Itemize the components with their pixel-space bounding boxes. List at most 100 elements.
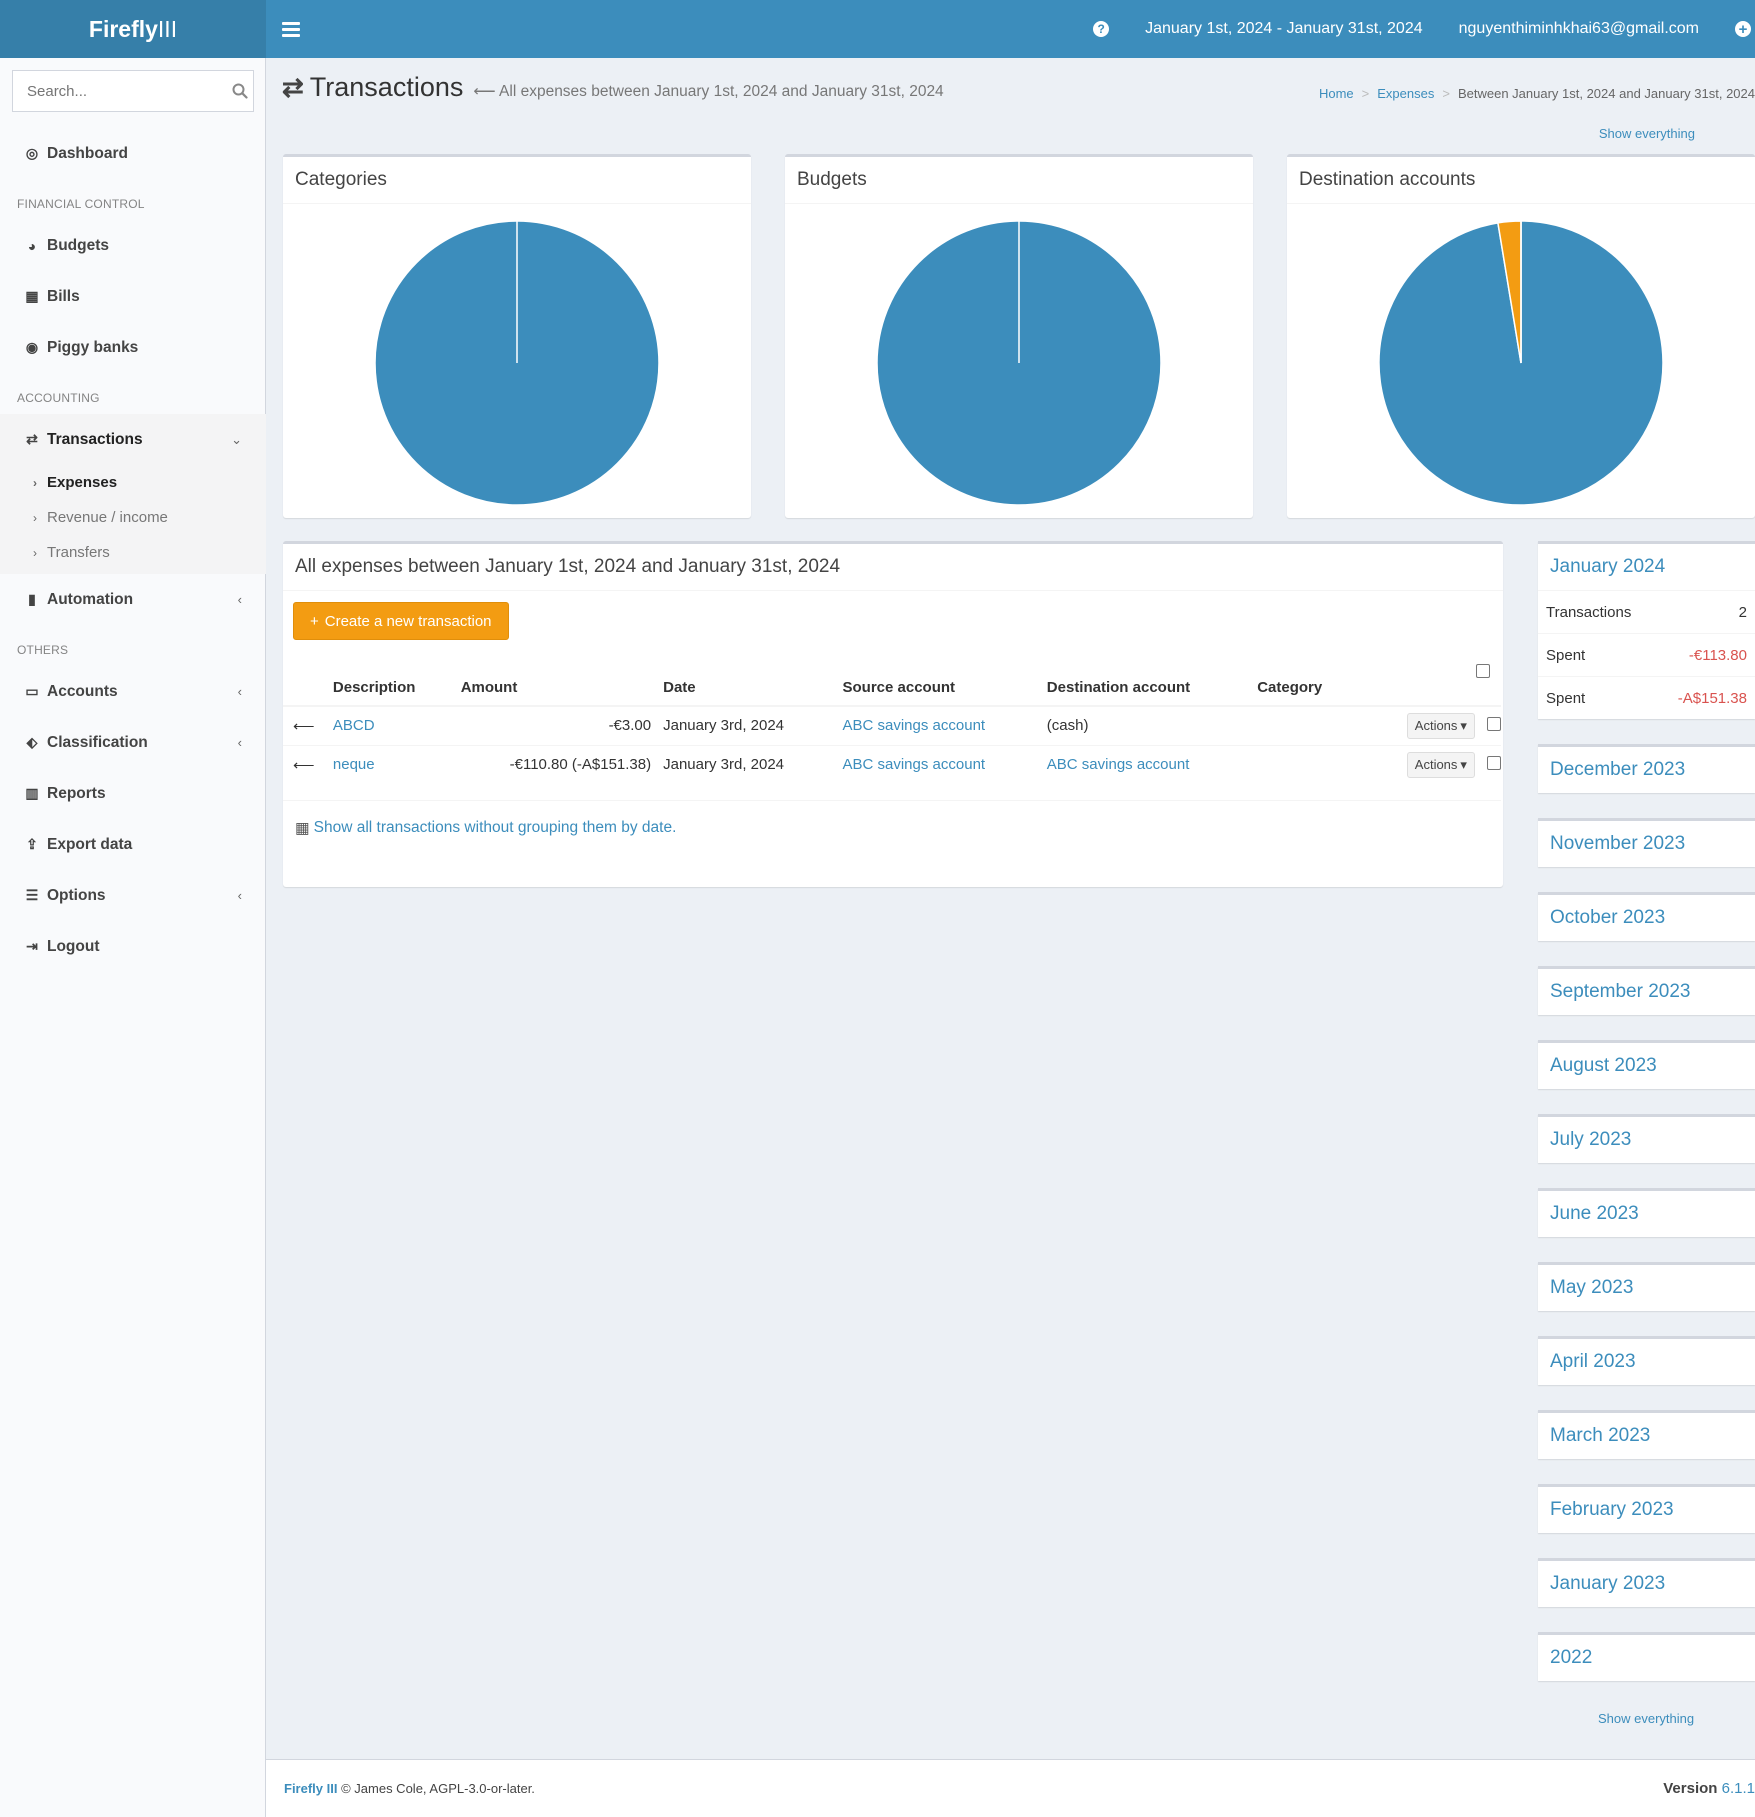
period-link[interactable]: April 2023 xyxy=(1538,1339,1755,1385)
period-link[interactable]: 2022 xyxy=(1538,1635,1755,1681)
budgets-chart-title: Budgets xyxy=(785,157,1253,204)
help-button[interactable]: ? xyxy=(1075,0,1127,58)
col-amount[interactable]: Amount xyxy=(460,670,664,707)
period-link[interactable]: September 2023 xyxy=(1538,969,1755,1015)
footer-brand-link[interactable]: Firefly III xyxy=(284,1781,337,1796)
user-menu[interactable]: nguyenthiminhkhai63@gmail.com xyxy=(1441,0,1717,58)
transaction-date: January 3rd, 2024 xyxy=(663,705,843,745)
transactions-list-box: All expenses between January 1st, 2024 a… xyxy=(283,541,1503,887)
transaction-source[interactable]: ABC savings account xyxy=(843,756,986,773)
logo-rest: III xyxy=(157,15,178,42)
period-link[interactable]: November 2023 xyxy=(1538,821,1755,867)
chevron-left-icon: ‹ xyxy=(237,592,242,607)
period-link[interactable]: January 2023 xyxy=(1538,1561,1755,1607)
tags-icon: ⬖ xyxy=(26,734,38,750)
period-box: May 2023 xyxy=(1538,1262,1755,1311)
sidebar-item-dashboard[interactable]: ◎ Dashboard xyxy=(0,128,266,179)
budgets-pie-chart[interactable] xyxy=(874,218,1164,508)
section-header-others: OTHERS xyxy=(17,643,69,657)
period-title[interactable]: January 2024 xyxy=(1538,544,1755,590)
period-box: 2022 xyxy=(1538,1632,1755,1681)
sidebar-item-piggy-banks[interactable]: ◉ Piggy banks xyxy=(0,322,266,373)
categories-chart-title: Categories xyxy=(283,157,751,204)
show-all-ungrouped-link[interactable]: Show all transactions without grouping t… xyxy=(314,819,677,837)
create-transaction-button[interactable]: + Create a new transaction xyxy=(293,602,509,640)
top-navbar: Firefly III ? January 1st, 2024 - January… xyxy=(0,0,1755,58)
period-box: July 2023 xyxy=(1538,1114,1755,1163)
col-category[interactable]: Category xyxy=(1257,670,1407,707)
period-box: October 2023 xyxy=(1538,892,1755,941)
col-date[interactable]: Date xyxy=(663,670,843,707)
actions-dropdown-button[interactable]: Actions ▾ xyxy=(1406,751,1475,778)
row-checkbox[interactable] xyxy=(1487,716,1501,731)
categories-pie-chart[interactable] xyxy=(372,218,662,508)
page-header: ⇄ Transactions ⟵ All expenses between Jan… xyxy=(282,72,944,103)
sidebar-item-budgets[interactable]: ◕ Budgets xyxy=(0,220,266,271)
sidebar-menu: ◎ Dashboard FINANCIAL CONTROL ◕ Budgets ▦ B… xyxy=(0,128,266,972)
breadcrumb-separator: > xyxy=(1442,86,1450,101)
transaction-amount: -€110.80 (-A$151.38) xyxy=(460,744,664,784)
period-link[interactable]: July 2023 xyxy=(1538,1117,1755,1163)
angle-right-icon: › xyxy=(33,545,37,560)
row-checkbox[interactable] xyxy=(1487,755,1501,770)
destination-accounts-pie-chart[interactable] xyxy=(1376,218,1666,508)
period-link[interactable]: August 2023 xyxy=(1538,1043,1755,1089)
sidebar-toggle-icon[interactable] xyxy=(282,16,300,42)
destination-accounts-chart-title: Destination accounts xyxy=(1287,157,1755,204)
chevron-left-icon: ‹ xyxy=(237,735,242,750)
arrow-left-icon: ⟵ xyxy=(473,83,496,100)
breadcrumb-home[interactable]: Home xyxy=(1319,86,1354,101)
sidebar-item-reports[interactable]: ▥ Reports xyxy=(0,768,266,819)
col-description[interactable]: Description xyxy=(332,670,461,707)
col-source-account[interactable]: Source account xyxy=(842,670,1047,707)
actions-dropdown-button[interactable]: Actions ▾ xyxy=(1406,712,1475,739)
transactions-list-title: All expenses between January 1st, 2024 a… xyxy=(283,544,1503,591)
plus-circle-icon: + xyxy=(1735,21,1751,37)
col-destination-account[interactable]: Destination account xyxy=(1046,670,1258,707)
period-link[interactable]: October 2023 xyxy=(1538,895,1755,941)
period-link[interactable]: June 2023 xyxy=(1538,1191,1755,1237)
period-link[interactable]: December 2023 xyxy=(1538,747,1755,793)
period-link[interactable]: March 2023 xyxy=(1538,1413,1755,1459)
sidebar-item-transfers[interactable]: › Transfers xyxy=(0,535,266,570)
transaction-description[interactable]: ABCD xyxy=(333,717,375,734)
sidebar-item-export-data[interactable]: ⇪ Export data xyxy=(0,819,266,870)
period-box: December 2023 xyxy=(1538,744,1755,793)
page-footer: Firefly III © James Cole, AGPL-3.0-or-la… xyxy=(266,1759,1755,1817)
create-menu-button[interactable]: + xyxy=(1717,0,1755,58)
list-footer: ▦ Show all transactions without grouping… xyxy=(283,800,1501,855)
transaction-source[interactable]: ABC savings account xyxy=(843,717,986,734)
sidebar-item-expenses[interactable]: › Expenses xyxy=(0,465,266,500)
search-icon[interactable] xyxy=(226,71,253,111)
version-link[interactable]: 6.1.1 xyxy=(1722,1780,1755,1797)
book-icon: ▮ xyxy=(28,591,36,607)
sidebar-item-bills[interactable]: ▦ Bills xyxy=(0,271,266,322)
search-input[interactable] xyxy=(13,71,226,111)
show-everything-link-bottom[interactable]: Show everything xyxy=(1598,1711,1694,1726)
dashboard-icon: ◎ xyxy=(25,145,39,161)
sidebar-item-logout[interactable]: ⇥ Logout xyxy=(0,921,266,972)
period-link[interactable]: February 2023 xyxy=(1538,1487,1755,1533)
period-box: June 2023 xyxy=(1538,1188,1755,1237)
sidebar-item-transactions[interactable]: ⇄ Transactions ⌄ xyxy=(0,414,266,465)
transaction-destination: (cash) xyxy=(1046,705,1258,745)
transactions-table: Description Amount Date Source account D… xyxy=(283,670,1501,784)
transaction-destination[interactable]: ABC savings account xyxy=(1047,756,1190,773)
sign-out-icon: ⇥ xyxy=(26,938,38,954)
app-logo[interactable]: Firefly III xyxy=(0,0,266,58)
date-range-picker[interactable]: January 1st, 2024 - January 31st, 2024 xyxy=(1127,0,1441,58)
sidebar-item-revenue[interactable]: › Revenue / income xyxy=(0,500,266,535)
sidebar-item-automation[interactable]: ▮ Automation ‹ xyxy=(0,574,266,625)
sidebar-item-options[interactable]: ☰ Options ‹ xyxy=(0,870,266,921)
period-link[interactable]: May 2023 xyxy=(1538,1265,1755,1311)
show-everything-link-top[interactable]: Show everything xyxy=(1599,126,1695,141)
bullseye-icon: ◉ xyxy=(25,339,39,355)
transaction-description[interactable]: neque xyxy=(333,756,375,773)
breadcrumb-expenses[interactable]: Expenses xyxy=(1377,86,1434,101)
sidebar-item-classification[interactable]: ⬖ Classification ‹ xyxy=(0,717,266,768)
angle-right-icon: › xyxy=(33,510,37,525)
sidebar-item-accounts[interactable]: ▭ Accounts ‹ xyxy=(0,666,266,717)
credit-card-icon: ▭ xyxy=(25,683,39,699)
period-row-transactions: Transactions 2 xyxy=(1538,590,1755,633)
transaction-date: January 3rd, 2024 xyxy=(663,744,843,784)
